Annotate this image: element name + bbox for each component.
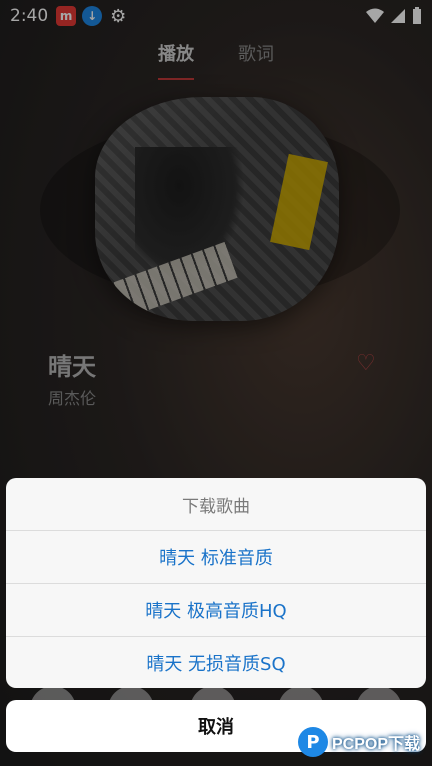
watermark-logo: P	[298, 727, 328, 757]
watermark: P PCPOP下载	[298, 724, 420, 760]
option-lossless-quality[interactable]: 晴天 无损音质SQ	[6, 637, 426, 688]
option-high-quality[interactable]: 晴天 极高音质HQ	[6, 584, 426, 637]
download-dialog: 下载歌曲 晴天 标准音质 晴天 极高音质HQ 晴天 无损音质SQ	[6, 478, 426, 688]
watermark-text: PCPOP下载	[332, 736, 421, 753]
player-screen: 2:40 m ↓ ⚙ 播放 歌词 晴天 周杰伦 ♡ 下载歌曲 晴天 标准音质 晴…	[0, 0, 432, 766]
option-standard-quality[interactable]: 晴天 标准音质	[6, 531, 426, 584]
dialog-title: 下载歌曲	[6, 478, 426, 531]
